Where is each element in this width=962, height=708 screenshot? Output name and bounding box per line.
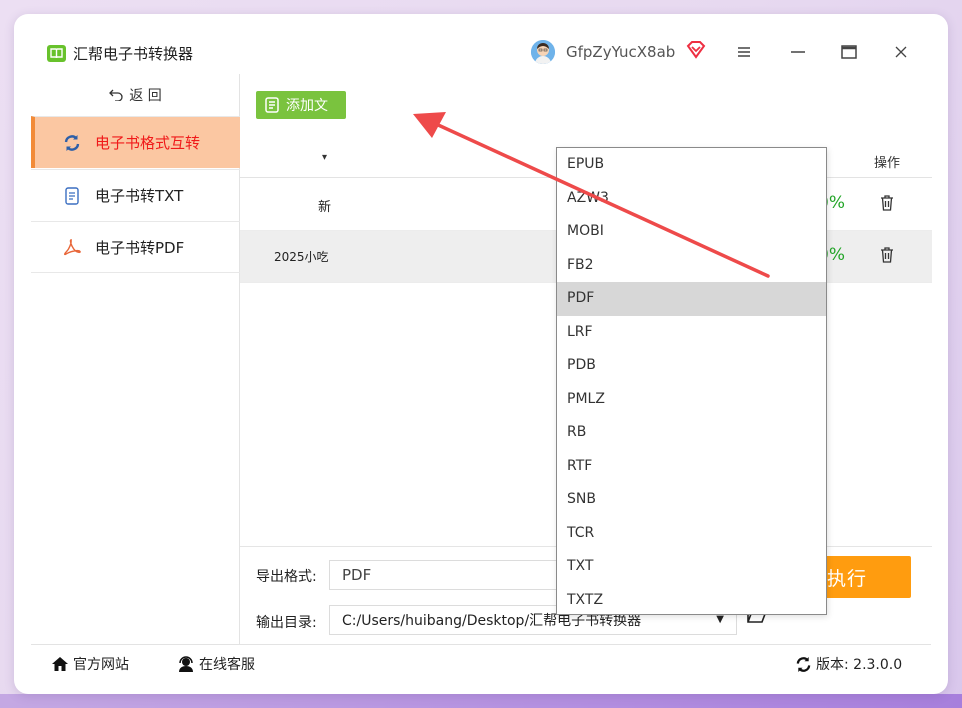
website-link[interactable]: 官方网站 — [51, 654, 129, 674]
delete-icon[interactable] — [880, 195, 894, 215]
header-action: 操作 — [874, 156, 901, 171]
refresh-icon — [796, 656, 811, 672]
sidebar: 返 回 电子书格式互转 电子书转TXT 电子书转PDF — [31, 74, 240, 644]
dropdown-option-epub[interactable]: EPUB — [557, 148, 826, 182]
dropdown-option-mobi[interactable]: MOBI — [557, 215, 826, 249]
sidebar-item-label: 电子书转TXT — [95, 187, 184, 205]
main-panel: 添加文 ▾ 小 状态 操作 新 B 0% 2025小吃 B 0% — [240, 74, 948, 644]
dropdown-option-txt[interactable]: TXT — [557, 550, 826, 584]
sidebar-item-label: 电子书格式互转 — [95, 134, 201, 152]
user-avatar[interactable] — [531, 40, 555, 64]
dropdown-option-rtf[interactable]: RTF — [557, 450, 826, 484]
back-button[interactable]: 返 回 — [31, 74, 240, 116]
vip-diamond-icon[interactable] — [686, 41, 706, 63]
sidebar-item-to-txt[interactable]: 电子书转TXT — [31, 169, 240, 221]
document-icon — [63, 186, 81, 205]
dropdown-option-txtz[interactable]: TXTZ — [557, 584, 826, 618]
dropdown-option-pdf[interactable]: PDF — [557, 282, 826, 316]
app-window: 汇帮电子书转换器 GfpZyYucX8ab 返 回 电子书格式互转 电子书转TX… — [14, 14, 948, 694]
refresh-icon — [63, 134, 81, 152]
sidebar-item-label: 电子书转PDF — [95, 238, 185, 257]
support-label: 在线客服 — [199, 657, 255, 673]
username[interactable]: GfpZyYucX8ab — [566, 43, 675, 61]
back-arrow-icon — [109, 89, 123, 101]
dropdown-option-rb[interactable]: RB — [557, 416, 826, 450]
minimize-icon — [791, 51, 805, 53]
add-file-button[interactable]: 添加文 — [256, 91, 346, 119]
dropdown-option-pmlz[interactable]: PMLZ — [557, 383, 826, 417]
add-file-icon — [265, 97, 279, 113]
hamburger-icon — [738, 47, 750, 57]
status-bar: 官方网站 在线客服 版本: 2.3.0.0 — [31, 644, 931, 680]
website-label: 官方网站 — [73, 657, 129, 673]
headset-icon — [179, 656, 193, 672]
add-file-label: 添加文 — [286, 98, 328, 114]
background-strip — [0, 694, 962, 708]
dropdown-option-lrf[interactable]: LRF — [557, 316, 826, 350]
maximize-button[interactable] — [838, 41, 860, 63]
app-title: 汇帮电子书转换器 — [73, 45, 194, 63]
version-info: 版本: 2.3.0.0 — [795, 654, 902, 674]
close-icon — [895, 46, 907, 58]
app-logo-icon — [47, 45, 66, 62]
acrobat-icon — [63, 238, 81, 256]
dropdown-option-azw3[interactable]: AZW3 — [557, 182, 826, 216]
menu-button[interactable] — [733, 41, 755, 63]
sort-indicator[interactable]: ▾ — [322, 152, 327, 163]
format-label: 导出格式: — [256, 569, 317, 585]
format-select-value: PDF — [342, 566, 372, 584]
close-button[interactable] — [890, 41, 912, 63]
delete-icon[interactable] — [880, 247, 894, 267]
title-bar: 汇帮电子书转换器 GfpZyYucX8ab — [14, 14, 948, 74]
format-dropdown-list: EPUB AZW3 MOBI FB2 PDF LRF PDB PMLZ RB RTF SNB TCR T… — [556, 147, 827, 615]
sidebar-item-to-pdf[interactable]: 电子书转PDF — [31, 221, 240, 273]
file-name: 2025小吃 — [274, 250, 329, 264]
dropdown-option-fb2[interactable]: FB2 — [557, 249, 826, 283]
version-label: 版本: 2.3.0.0 — [816, 657, 903, 673]
dropdown-option-tcr[interactable]: TCR — [557, 517, 826, 551]
dropdown-option-snb[interactable]: SNB — [557, 483, 826, 517]
support-link[interactable]: 在线客服 — [177, 654, 255, 674]
dropdown-option-pdb[interactable]: PDB — [557, 349, 826, 383]
minimize-button[interactable] — [787, 41, 809, 63]
file-name: 新 — [318, 200, 332, 215]
maximize-icon — [841, 45, 857, 59]
dir-label: 输出目录: — [256, 615, 317, 631]
home-icon — [52, 657, 68, 671]
sidebar-item-format-convert[interactable]: 电子书格式互转 — [31, 116, 240, 168]
back-label: 返 回 — [129, 88, 162, 104]
